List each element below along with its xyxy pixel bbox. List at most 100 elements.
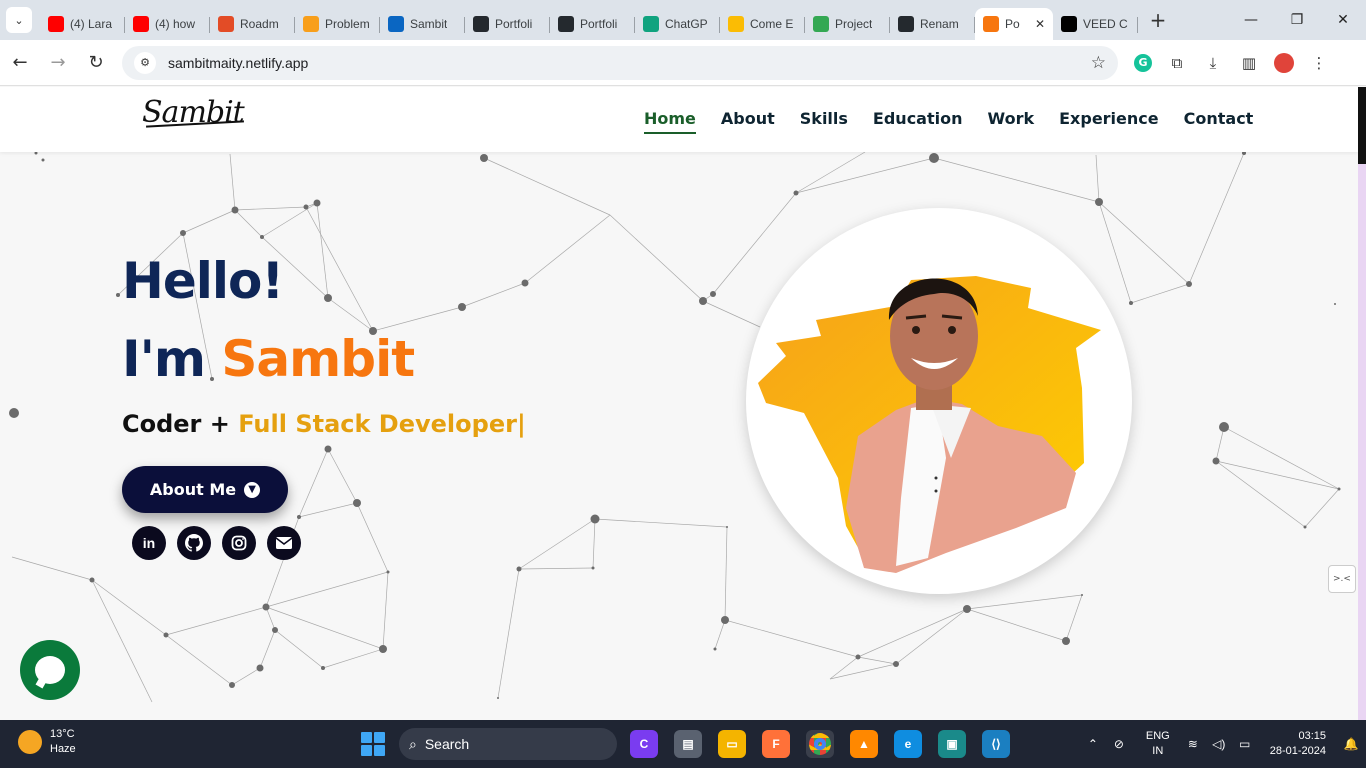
url-text[interactable]: sambitmaity.netlify.app bbox=[168, 55, 308, 71]
browser-tab[interactable]: Renam bbox=[890, 8, 975, 40]
side-panel-icon[interactable]: ▥ bbox=[1238, 52, 1260, 74]
windows-start-icon[interactable] bbox=[361, 732, 385, 756]
nav-link-about[interactable]: About bbox=[721, 109, 775, 134]
task-view-icon[interactable]: ▤ bbox=[674, 730, 702, 758]
mail-icon[interactable] bbox=[267, 526, 301, 560]
browser-tab[interactable]: Portfoli bbox=[550, 8, 635, 40]
tab-title: Sambit bbox=[410, 17, 448, 31]
store-icon[interactable]: ▣ bbox=[938, 730, 966, 758]
haze-weather-icon bbox=[18, 730, 42, 754]
close-window-button[interactable]: ✕ bbox=[1320, 0, 1366, 40]
browser-tab[interactable]: Roadm bbox=[210, 8, 295, 40]
about-me-button[interactable]: About Me ▼ bbox=[122, 466, 288, 513]
vscode-icon[interactable]: ⟨⟩ bbox=[982, 730, 1010, 758]
taskbar-search-label: Search bbox=[424, 736, 470, 752]
grammarly-extension-icon[interactable]: G bbox=[1134, 53, 1152, 72]
battery-icon[interactable]: ▭ bbox=[1234, 737, 1256, 751]
side-extension-tab[interactable]: >.< bbox=[1328, 565, 1356, 593]
scrollbar-thumb[interactable] bbox=[1358, 87, 1366, 164]
volume-icon[interactable]: ◁) bbox=[1208, 737, 1230, 751]
leetcode-icon bbox=[303, 16, 319, 32]
github-icon bbox=[898, 16, 914, 32]
language-indicator[interactable]: ENG IN bbox=[1146, 729, 1170, 759]
browser-tab[interactable]: Sambit bbox=[380, 8, 465, 40]
vlc-icon[interactable]: ▲ bbox=[850, 730, 878, 758]
edge-icon[interactable]: e bbox=[894, 730, 922, 758]
wifi-icon[interactable]: ≋ bbox=[1182, 737, 1204, 751]
notification-bell-icon[interactable]: 🔔 bbox=[1340, 737, 1362, 751]
weather-widget[interactable]: 13°C Haze bbox=[18, 727, 76, 757]
arrow-down-circle-icon: ▼ bbox=[244, 481, 261, 498]
profile-avatar[interactable] bbox=[1274, 52, 1294, 73]
chatgpt-icon bbox=[643, 16, 659, 32]
browser-tab-strip: ⌄ (4) Lara (4) how Roadm Problem Sambit Portf… bbox=[0, 0, 1366, 40]
veed-icon bbox=[1061, 16, 1077, 32]
browser-tab[interactable]: ChatGP bbox=[635, 8, 720, 40]
page-scrollbar[interactable] bbox=[1358, 87, 1366, 720]
tab-list: (4) Lara (4) how Roadm Problem Sambit Portfol… bbox=[40, 0, 1138, 40]
tab-title: Project bbox=[835, 17, 873, 31]
particle-network-background bbox=[9, 151, 1341, 703]
page-viewport: Sambit Home About Skills Education Work Exper… bbox=[0, 87, 1358, 720]
nav-link-skills[interactable]: Skills bbox=[800, 109, 848, 134]
extensions-icon[interactable]: ⧉ bbox=[1166, 52, 1188, 74]
taskbar-search[interactable]: ⌕ Search bbox=[399, 728, 617, 760]
menu-icon[interactable]: ⋮ bbox=[1308, 52, 1330, 74]
tab-title: ChatGP bbox=[665, 17, 708, 31]
tab-search-button[interactable]: ⌄ bbox=[6, 7, 32, 33]
site-info-icon[interactable]: ⚙ bbox=[134, 51, 156, 74]
site-header: Sambit Home About Skills Education Work Exper… bbox=[0, 87, 1358, 152]
forward-button[interactable]: → bbox=[40, 45, 76, 81]
hero-intro: I'm Sambit bbox=[122, 330, 415, 388]
file-explorer-icon[interactable]: ▭ bbox=[718, 730, 746, 758]
about-me-label: About Me bbox=[149, 480, 237, 499]
browser-tab[interactable]: Come E bbox=[720, 8, 805, 40]
nav-link-experience[interactable]: Experience bbox=[1059, 109, 1159, 134]
browser-tab[interactable]: Portfoli bbox=[465, 8, 550, 40]
reload-button[interactable]: ↻ bbox=[78, 45, 114, 81]
window-controls: — ❐ ✕ bbox=[1228, 0, 1366, 40]
address-bar[interactable]: ⚙ sambitmaity.netlify.app ☆ bbox=[122, 45, 1118, 80]
back-button[interactable]: ← bbox=[2, 45, 38, 81]
nav-link-education[interactable]: Education bbox=[873, 109, 963, 134]
copilot-icon[interactable]: C bbox=[630, 730, 658, 758]
browser-tab[interactable]: Po ✕ bbox=[975, 8, 1053, 40]
hero-name: Sambit bbox=[221, 330, 415, 388]
linkedin-icon bbox=[388, 16, 404, 32]
clock[interactable]: 03:15 28-01-2024 bbox=[1270, 729, 1326, 759]
download-icon[interactable]: ⤓ bbox=[1202, 52, 1224, 74]
network-off-icon[interactable]: ⊘ bbox=[1108, 737, 1130, 751]
browser-toolbar: ← → ↻ ⚙ sambitmaity.netlify.app ☆ G ⧉ ⤓ … bbox=[0, 40, 1366, 86]
profile-photo-illustration bbox=[758, 276, 1101, 573]
browser-tab[interactable]: VEED C bbox=[1053, 8, 1138, 40]
tab-title: Problem bbox=[325, 17, 370, 31]
youtube-icon bbox=[48, 16, 64, 32]
browser-tab[interactable]: Problem bbox=[295, 8, 380, 40]
github-icon[interactable] bbox=[177, 526, 211, 560]
nav-link-contact[interactable]: Contact bbox=[1184, 109, 1254, 134]
chevron-up-icon[interactable]: ⌃ bbox=[1082, 737, 1104, 751]
tab-title: Roadm bbox=[240, 17, 279, 31]
tab-close-icon[interactable]: ✕ bbox=[1035, 17, 1045, 31]
browser-tab[interactable]: Project bbox=[805, 8, 890, 40]
chat-widget-button[interactable] bbox=[20, 640, 80, 700]
instagram-icon[interactable] bbox=[222, 526, 256, 560]
browser-tab[interactable]: (4) Lara bbox=[40, 8, 125, 40]
drive-icon bbox=[813, 16, 829, 32]
chrome-icon[interactable] bbox=[806, 730, 834, 758]
tab-title: VEED C bbox=[1083, 17, 1128, 31]
nav-link-work[interactable]: Work bbox=[988, 109, 1035, 134]
windows-taskbar: 13°C Haze ⌕ Search C ▤ ▭ F ▲ e ▣ ⟨⟩ ⌃ ⊘ … bbox=[0, 720, 1366, 768]
bookmark-star-icon[interactable]: ☆ bbox=[1091, 53, 1106, 73]
hero-role-prefix: Coder + bbox=[122, 410, 239, 438]
minimize-button[interactable]: — bbox=[1228, 0, 1274, 40]
hero-role-typed: Full Stack Developer bbox=[238, 410, 517, 438]
browser-tab[interactable]: (4) how bbox=[125, 8, 210, 40]
linkedin-icon[interactable]: in bbox=[132, 526, 166, 560]
restore-button[interactable]: ❐ bbox=[1274, 0, 1320, 40]
clock-date: 28-01-2024 bbox=[1269, 745, 1326, 757]
firefox-icon[interactable]: F bbox=[762, 730, 790, 758]
new-tab-button[interactable]: + bbox=[1144, 8, 1172, 32]
nav-link-home[interactable]: Home bbox=[644, 109, 696, 134]
system-tray: ⌃ ⊘ ENG IN ≋ ◁) ▭ 03:15 28-01-2024 🔔 bbox=[1082, 720, 1366, 768]
